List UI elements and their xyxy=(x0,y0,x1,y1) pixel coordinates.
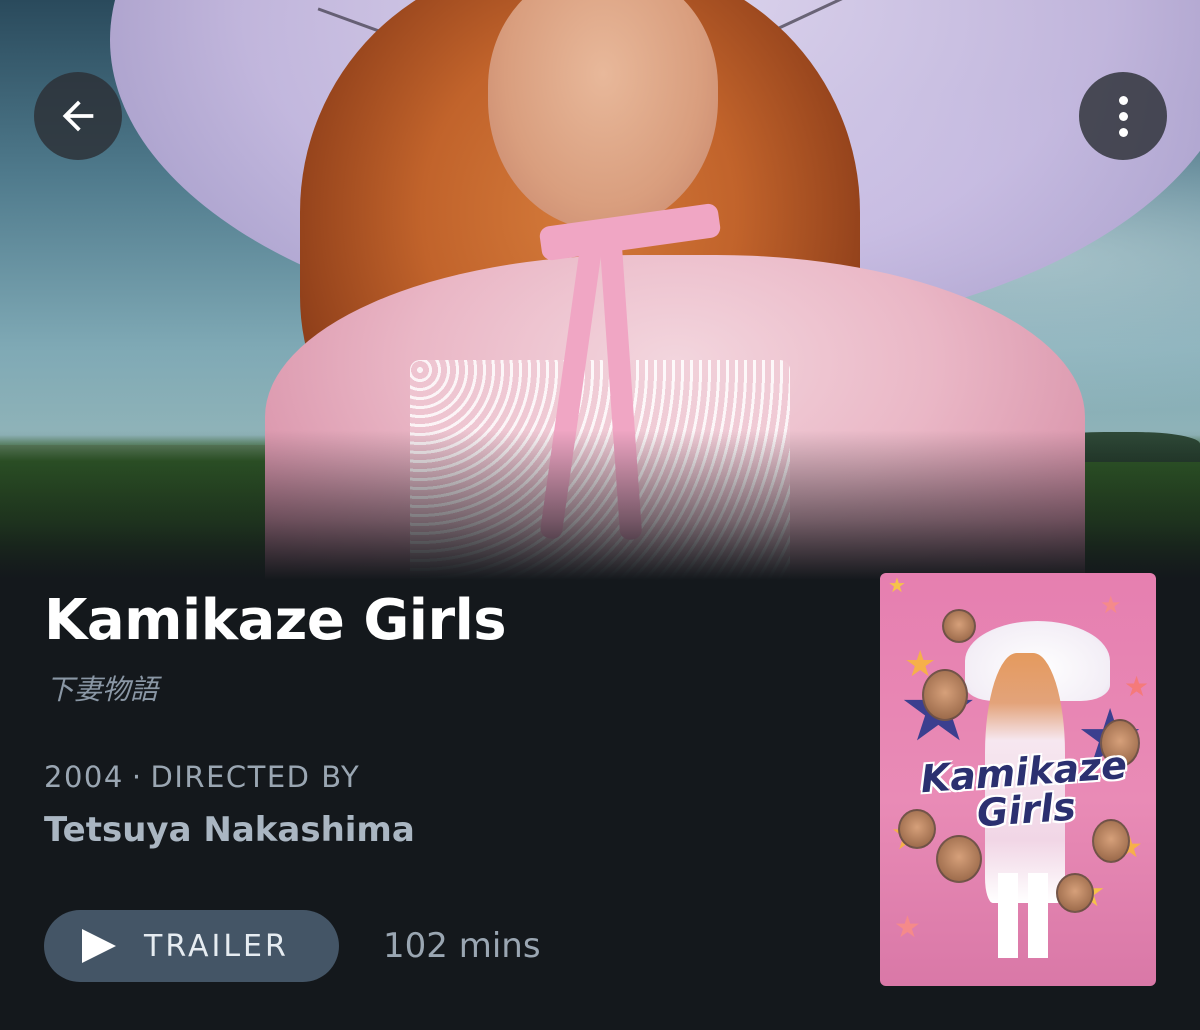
poster-face xyxy=(1056,873,1094,913)
poster-legs xyxy=(998,873,1048,958)
backdrop-image xyxy=(0,0,1200,580)
trailer-label: TRAILER xyxy=(144,928,289,964)
film-detail-screen: Kamikaze Girls 下妻物語 2004 · DIRECTED BY Tet… xyxy=(0,0,1200,1030)
poster-face xyxy=(936,835,982,883)
film-meta: 2004 · DIRECTED BY xyxy=(44,760,360,794)
poster-face xyxy=(942,609,976,643)
original-title: 下妻物語 xyxy=(46,673,159,706)
star-shape: ★ xyxy=(894,910,921,945)
star-shape: ★ xyxy=(888,573,906,597)
arrow-left-icon xyxy=(62,100,94,132)
more-vertical-icon xyxy=(1118,95,1128,137)
star-shape: ★ xyxy=(1100,591,1122,619)
poster-face xyxy=(1092,819,1130,863)
poster-face xyxy=(922,669,968,721)
film-poster[interactable]: ★ ★ ★ ★ ★ ★ ★ ★ ★ ★ Kamikaze Girls xyxy=(880,573,1156,986)
more-options-button[interactable] xyxy=(1079,72,1167,160)
director-name[interactable]: Tetsuya Nakashima xyxy=(44,810,415,850)
release-year[interactable]: 2004 xyxy=(44,760,124,794)
poster-title: Kamikaze Girls xyxy=(908,743,1143,837)
backdrop-fade xyxy=(0,430,1200,580)
directed-by-label: DIRECTED BY xyxy=(150,760,361,794)
trailer-button[interactable]: TRAILER xyxy=(44,910,339,982)
runtime: 102 mins xyxy=(383,926,541,966)
play-icon xyxy=(82,929,116,963)
back-button[interactable] xyxy=(34,72,122,160)
meta-separator: · xyxy=(131,760,143,794)
film-title: Kamikaze Girls xyxy=(44,588,507,653)
